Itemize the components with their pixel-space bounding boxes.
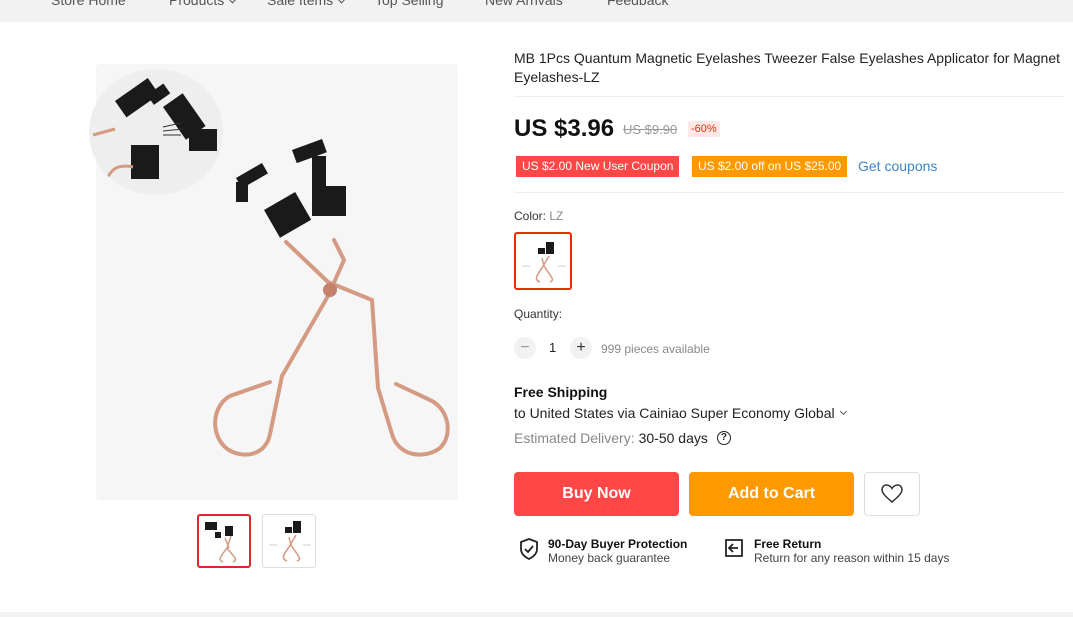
product-panel: MB 1Pcs Quantum Magnetic Eyelashes Tweez… (0, 22, 1073, 612)
quantity-decrease-button[interactable]: − (514, 337, 536, 359)
nav-products[interactable]: Products (169, 0, 238, 8)
add-to-cart-button[interactable]: Add to Cart (689, 472, 854, 516)
thumbnail-2[interactable] (262, 514, 316, 568)
nav-store-home[interactable]: Store Home (51, 0, 126, 8)
product-title: MB 1Pcs Quantum Magnetic Eyelashes Tweez… (514, 50, 1061, 85)
lashes-closeup-icon (92, 78, 217, 180)
quantity-label: Quantity: (514, 307, 563, 321)
shipping-title: Free Shipping (514, 384, 608, 400)
shield-icon (520, 538, 538, 561)
delivery-days: 30-50 days (638, 430, 708, 446)
color-label: Color: LZ (514, 209, 563, 223)
original-price: US $9.90 (623, 122, 678, 137)
free-return: Free Return Return for any reason within… (722, 537, 949, 566)
quantity-available: 999 pieces available (601, 342, 710, 356)
nav-label: Sale Items (267, 0, 334, 8)
color-label-text: Color: (514, 209, 547, 223)
get-coupons-link[interactable]: Get coupons (858, 158, 937, 174)
wishlist-button[interactable] (864, 472, 920, 516)
return-title: Free Return (754, 537, 822, 551)
store-coupon[interactable]: US $2.00 off on US $25.00 (692, 156, 848, 177)
tweezer-thumb-icon (269, 521, 311, 562)
thumbnail-1[interactable] (197, 514, 251, 568)
shipping-method-selector[interactable]: to United States via Cainiao Super Econo… (514, 405, 847, 421)
nav-label: Feedback (607, 0, 669, 8)
zoom-inset-image (89, 69, 223, 195)
quantity-value[interactable]: 1 (549, 340, 556, 355)
nav-label: Products (169, 0, 225, 8)
chevron-down-icon (839, 407, 847, 415)
page-bottom-edge (0, 612, 1073, 617)
chevron-down-icon (227, 0, 238, 3)
nav-label: Store Home (51, 0, 126, 8)
nav-label: Top Selling (375, 0, 444, 8)
delivery-label: Estimated Delivery: (514, 430, 635, 446)
discount-badge: -60% (688, 121, 720, 137)
heart-icon (881, 484, 903, 503)
chevron-down-icon (336, 0, 347, 3)
shipping-method-text: to United States via Cainiao Super Econo… (514, 405, 835, 421)
store-nav: Store Home Products Sale Items Top Selli… (0, 0, 1073, 22)
estimated-delivery: Estimated Delivery: 30-50 days ? (514, 430, 731, 446)
color-swatch-lz[interactable] (514, 232, 572, 290)
nav-sale-items[interactable]: Sale Items (267, 0, 347, 8)
protection-title: 90-Day Buyer Protection (548, 537, 688, 551)
return-icon (725, 539, 743, 557)
nav-feedback[interactable]: Feedback (607, 0, 668, 8)
divider (514, 96, 1064, 97)
divider (514, 192, 1064, 193)
buyer-protection: 90-Day Buyer Protection Money back guara… (518, 537, 687, 566)
new-user-coupon[interactable]: US $2.00 New User Coupon (516, 156, 680, 177)
return-subtitle: Return for any reason within 15 days (754, 551, 950, 565)
color-value: LZ (549, 209, 564, 223)
help-icon[interactable]: ? (716, 431, 731, 445)
tweezer-thumb-icon (205, 522, 237, 563)
nav-top-selling[interactable]: Top Selling (375, 0, 444, 8)
buy-now-button[interactable]: Buy Now (514, 472, 679, 516)
current-price: US $3.96 (514, 115, 615, 142)
tweezer-swatch-icon (522, 242, 566, 283)
nav-label: New Arrivals (485, 0, 563, 8)
quantity-increase-button[interactable]: + (570, 337, 592, 359)
protection-subtitle: Money back guarantee (548, 551, 671, 565)
nav-new-arrivals[interactable]: New Arrivals (485, 0, 563, 8)
